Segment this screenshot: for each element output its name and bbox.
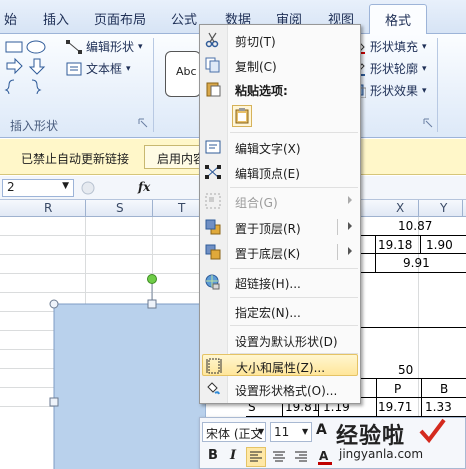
rotation-handle-icon[interactable] xyxy=(147,274,157,284)
format-shape-icon xyxy=(207,382,220,395)
group-separator xyxy=(153,38,154,132)
edit-shape-icon xyxy=(66,39,82,54)
column-header-s[interactable]: S xyxy=(116,201,124,215)
shape-outline-button[interactable]: 形状轮廓 ▾ xyxy=(352,60,427,77)
paste-option-button[interactable] xyxy=(232,105,252,127)
context-menu: 剪切(T) 复制(C) 粘贴选项: 编辑文字(X) 编辑顶点(E) 组合(G) … xyxy=(199,24,361,404)
tab-insert[interactable]: 插入 xyxy=(43,9,69,28)
menu-item-hyperlink[interactable]: 超链接(H)... xyxy=(202,271,358,293)
tab-page-layout[interactable]: 页面布局 xyxy=(94,9,146,28)
menu-item-bring-to-front[interactable]: 置于顶层(R) xyxy=(202,216,358,238)
menu-item-send-to-back[interactable]: 置于底层(K) xyxy=(202,241,358,263)
menu-item-edit-text[interactable]: 编辑文字(X) xyxy=(202,136,358,158)
chevron-down-icon[interactable]: ▼ xyxy=(62,181,69,191)
chevron-down-icon: ▾ xyxy=(138,41,143,52)
dialog-launcher-icon[interactable] xyxy=(138,118,148,128)
menu-item-paste-options: 粘贴选项: xyxy=(202,78,358,100)
cell-value[interactable]: 1.90 xyxy=(426,238,453,252)
cell-value[interactable]: 1.33 xyxy=(425,400,452,414)
svg-text:A: A xyxy=(319,449,329,463)
submenu-arrow-icon[interactable] xyxy=(348,247,352,255)
clipboard-icon xyxy=(235,108,249,124)
edit-shape-button[interactable]: 编辑形状 ▾ xyxy=(66,38,143,55)
size-properties-icon xyxy=(206,358,222,374)
group-separator xyxy=(437,38,438,132)
font-color-icon[interactable]: A xyxy=(316,448,334,466)
cell-value[interactable]: 9.91 xyxy=(403,256,430,270)
bring-to-front-icon xyxy=(205,219,221,235)
cell-value[interactable]: 50 xyxy=(398,363,413,377)
watermark-url: jingyanla.com xyxy=(339,447,424,461)
align-left-icon xyxy=(250,451,262,462)
chevron-down-icon: ▾ xyxy=(422,63,427,74)
chevron-down-icon: ▾ xyxy=(422,41,427,52)
scissors-icon xyxy=(205,32,219,48)
column-header-t[interactable]: T xyxy=(178,201,185,215)
tab-formulas[interactable]: 公式 xyxy=(171,9,197,28)
align-right-icon[interactable] xyxy=(292,448,310,466)
group-label-insert-shapes: 插入形状 xyxy=(10,119,59,133)
grow-font-icon[interactable]: A xyxy=(316,422,327,438)
tab-format[interactable]: 格式 xyxy=(369,4,427,35)
shape-gallery-icon[interactable] xyxy=(4,38,56,94)
globe-link-icon xyxy=(205,274,220,290)
watermark-logo: 经验啦 xyxy=(336,424,406,449)
menu-item-edit-points[interactable]: 编辑顶点(E) xyxy=(202,161,358,183)
cell-value[interactable]: 19.18 xyxy=(378,238,412,252)
bold-button[interactable]: B xyxy=(204,446,222,466)
shape-style-sample[interactable]: Abc xyxy=(165,51,201,97)
resize-handle-icon[interactable] xyxy=(49,299,59,309)
chevron-down-icon[interactable]: ▼ xyxy=(258,427,264,436)
menu-item-assign-macro[interactable]: 指定宏(N)... xyxy=(202,300,358,322)
security-warning-text: 已禁止自动更新链接 xyxy=(21,152,130,166)
menu-item-size-properties[interactable]: 大小和属性(Z)... xyxy=(202,354,358,376)
resize-handle-icon[interactable] xyxy=(147,299,157,309)
cell-header[interactable]: B xyxy=(440,382,448,396)
submenu-arrow-icon[interactable] xyxy=(348,222,352,230)
chevron-down-icon: ▾ xyxy=(126,63,131,74)
copy-icon xyxy=(205,57,220,73)
send-to-back-icon xyxy=(205,244,221,260)
menu-item-set-default-shape[interactable]: 设置为默认形状(D) xyxy=(202,329,358,351)
column-header-r[interactable]: R xyxy=(44,201,52,215)
menu-item-cut[interactable]: 剪切(T) xyxy=(202,29,358,51)
name-box[interactable]: 2 ▼ xyxy=(2,179,74,197)
shape-fill-button[interactable]: 形状填充 ▾ xyxy=(352,38,427,55)
cell-header[interactable]: P xyxy=(394,382,401,396)
menu-item-copy[interactable]: 复制(C) xyxy=(202,54,358,76)
dialog-launcher-icon[interactable] xyxy=(423,118,433,128)
column-header-x[interactable]: X xyxy=(396,201,404,215)
chevron-down-icon[interactable]: ▼ xyxy=(302,427,308,436)
font-family-select[interactable]: 宋体 (正文 xyxy=(202,422,266,442)
align-center-icon[interactable] xyxy=(270,448,288,466)
cell-value[interactable]: 19.71 xyxy=(378,400,412,414)
shape-effects-button[interactable]: 形状效果 ▾ xyxy=(352,82,427,99)
text-box-button[interactable]: 文本框 ▾ xyxy=(66,60,131,77)
clipboard-icon xyxy=(206,82,221,97)
resize-handle-icon[interactable] xyxy=(49,397,59,407)
cell-value[interactable]: 10.87 xyxy=(398,219,432,233)
checkmark-icon xyxy=(419,418,446,444)
menu-item-format-shape[interactable]: 设置形状格式(O)... xyxy=(202,378,358,400)
cancel-circle-icon xyxy=(81,181,95,195)
text-box-icon xyxy=(66,62,82,75)
edit-text-icon xyxy=(205,140,221,154)
selected-shape[interactable] xyxy=(46,268,206,469)
group-icon xyxy=(205,193,221,209)
chevron-down-icon: ▾ xyxy=(422,85,427,96)
tab-home[interactable]: 始 xyxy=(4,9,17,28)
submenu-arrow-icon xyxy=(348,196,352,204)
italic-button[interactable]: I xyxy=(224,446,242,466)
insert-function-button[interactable]: fx xyxy=(138,180,150,194)
edit-points-icon xyxy=(205,165,221,179)
menu-item-group: 组合(G) xyxy=(202,190,358,212)
column-header-y[interactable]: Y xyxy=(440,201,447,215)
align-left-button[interactable] xyxy=(246,447,266,467)
